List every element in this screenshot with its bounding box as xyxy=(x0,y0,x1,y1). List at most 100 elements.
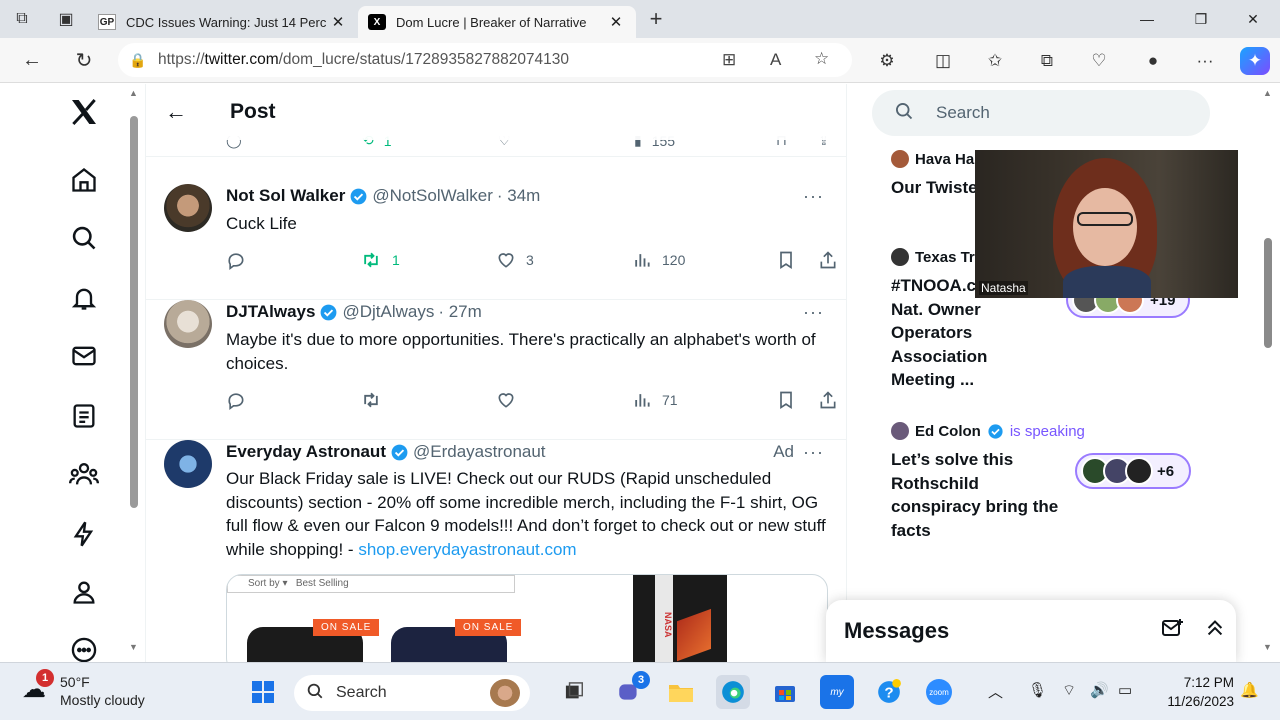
explore-search-icon[interactable] xyxy=(56,218,112,258)
messages-mail-icon[interactable] xyxy=(56,336,112,376)
back-arrow-icon[interactable]: ← xyxy=(146,99,206,125)
like-button[interactable]: 3 xyxy=(496,250,534,270)
profile-icon[interactable]: ● xyxy=(1138,47,1168,75)
heart-icon[interactable] xyxy=(496,390,516,410)
expand-chevrons-icon[interactable] xyxy=(1194,617,1236,645)
notifications-bell-icon[interactable]: 🔔 xyxy=(1240,681,1259,699)
author-name[interactable]: DJTAlways xyxy=(226,302,315,322)
home-icon[interactable] xyxy=(56,160,112,200)
reply-icon[interactable] xyxy=(226,390,246,410)
file-explorer-icon[interactable] xyxy=(664,675,698,709)
premium-lightning-icon[interactable] xyxy=(56,514,112,554)
author-handle[interactable]: @Erdayastronaut xyxy=(413,442,546,462)
author-name[interactable]: Not Sol Walker xyxy=(226,186,345,206)
ad-link[interactable]: shop.everydayastronaut.com xyxy=(358,540,576,559)
tab-actions-icon[interactable]: ▣ xyxy=(44,0,88,38)
scroll-down-icon[interactable]: ▼ xyxy=(129,642,138,652)
avatar[interactable] xyxy=(164,440,212,488)
close-tab-icon[interactable]: ✕ xyxy=(328,13,348,31)
search-box[interactable]: Search xyxy=(872,90,1210,136)
taskbar-search[interactable]: Search xyxy=(294,675,530,711)
extensions-icon[interactable]: ⚙ xyxy=(872,47,902,75)
author-handle[interactable]: @DjtAlways xyxy=(342,302,434,322)
ad-tweet[interactable]: Everyday Astronaut @Erdayastronaut Ad ··… xyxy=(146,426,846,662)
system-clock[interactable]: 7:12 PM 11/26/2023 xyxy=(1150,673,1234,711)
new-message-icon[interactable] xyxy=(1152,617,1194,645)
tab-dom-lucre[interactable]: X Dom Lucre | Breaker of Narrative ✕ xyxy=(358,6,636,38)
collections-icon[interactable]: ⧉ xyxy=(1032,47,1062,75)
tab-cdc[interactable]: GP CDC Issues Warning: Just 14 Perc ✕ xyxy=(88,6,358,38)
left-scrollbar[interactable]: ▲ ▼ xyxy=(128,88,140,654)
read-aloud-icon[interactable]: A xyxy=(770,50,781,70)
split-screen-icon[interactable]: ◫ xyxy=(928,47,958,75)
author-name[interactable]: Everyday Astronaut xyxy=(226,442,386,462)
favorite-star-icon[interactable]: ☆ xyxy=(814,49,829,69)
webcam-overlay[interactable]: Natasha xyxy=(975,150,1238,298)
close-tab-icon[interactable]: ✕ xyxy=(606,13,626,31)
reply-icon[interactable] xyxy=(226,250,246,270)
performance-icon[interactable]: ♡ xyxy=(1084,47,1114,75)
microsoft-store-icon[interactable] xyxy=(768,675,802,709)
profile-person-icon[interactable] xyxy=(56,572,112,612)
workspaces-icon[interactable]: ⧉ xyxy=(0,0,44,38)
scrollbar-thumb[interactable] xyxy=(1264,238,1272,348)
edge-browser-icon[interactable] xyxy=(716,675,750,709)
back-icon[interactable]: ← xyxy=(14,44,50,76)
more-options-icon[interactable]: ··· xyxy=(803,186,824,207)
apps-icon[interactable]: ⊞ xyxy=(722,50,736,70)
host-name[interactable]: Ed Colon xyxy=(915,423,981,440)
task-view-icon[interactable] xyxy=(558,675,592,709)
scroll-up-icon[interactable]: ▲ xyxy=(129,88,138,98)
scroll-down-icon[interactable]: ▼ xyxy=(1263,642,1272,652)
volume-icon[interactable]: 🔊 xyxy=(1090,681,1109,699)
restore-icon[interactable]: ❐ xyxy=(1174,0,1228,38)
help-icon[interactable]: ? xyxy=(872,675,906,709)
retweet-button[interactable]: 1 xyxy=(360,250,400,270)
url-field[interactable]: 🔒 https://twitter.com/dom_lucre/status/1… xyxy=(118,43,852,77)
teams-chat-icon[interactable]: 3 xyxy=(612,671,650,709)
refresh-icon[interactable]: ↻ xyxy=(66,44,102,76)
space-title[interactable]: Let’s solve this Rothschild conspiracy b… xyxy=(891,448,1061,542)
windows-start-icon[interactable] xyxy=(246,675,280,709)
more-circle-icon[interactable] xyxy=(56,630,112,662)
zoom-app-icon[interactable]: zoom xyxy=(922,675,956,709)
myhp-icon[interactable]: my xyxy=(820,675,854,709)
battery-icon[interactable]: ▭ xyxy=(1118,681,1132,699)
scroll-up-icon[interactable]: ▲ xyxy=(1263,88,1272,98)
reply-tweet[interactable]: Not Sol Walker @NotSolWalker · 34m ··· C… xyxy=(146,170,846,300)
space-listeners[interactable]: +6 xyxy=(1075,453,1191,489)
views-button[interactable]: 120 xyxy=(632,250,685,270)
wifi-icon[interactable]: ⌔ xyxy=(1062,681,1076,700)
more-options-icon[interactable]: ··· xyxy=(803,442,824,463)
author-handle[interactable]: @NotSolWalker xyxy=(372,186,493,206)
host-name[interactable]: Hava Ha xyxy=(915,151,974,168)
timestamp[interactable]: · 34m xyxy=(497,186,540,206)
scrollbar-thumb[interactable] xyxy=(130,116,138,508)
avatar[interactable] xyxy=(164,184,212,232)
timestamp[interactable]: · 27m xyxy=(438,302,481,322)
microphone-icon[interactable]: 🎙 xyxy=(1028,681,1047,699)
share-icon[interactable] xyxy=(818,390,838,410)
copilot-icon[interactable]: ✦ xyxy=(1240,47,1270,75)
search-placeholder[interactable]: Search xyxy=(936,103,990,123)
space-card[interactable]: Ed Colon is speaking Let’s solve this Ro… xyxy=(891,422,1085,542)
ad-media[interactable]: Sort by ▾ Best Selling ON SALE ON SALE N… xyxy=(226,574,828,662)
favorites-icon[interactable]: ✩ xyxy=(980,47,1010,75)
menu-icon[interactable]: ··· xyxy=(1190,47,1220,75)
host-name[interactable]: Texas Tr xyxy=(915,249,975,266)
bookmark-icon[interactable] xyxy=(776,250,796,270)
notifications-bell-icon[interactable] xyxy=(56,278,112,318)
more-options-icon[interactable]: ··· xyxy=(803,302,824,323)
reply-tweet[interactable]: DJTAlways @DjtAlways · 27m ··· Maybe it'… xyxy=(146,300,846,440)
x-logo-icon[interactable] xyxy=(56,92,112,132)
messages-drawer[interactable]: Messages xyxy=(826,600,1236,662)
minimize-icon[interactable]: — xyxy=(1120,0,1174,38)
right-scrollbar[interactable]: ▲ ▼ xyxy=(1262,84,1274,662)
bookmark-icon[interactable] xyxy=(776,390,796,410)
show-hidden-icons-chevron-icon[interactable]: ︿ xyxy=(988,681,1003,702)
retweet-icon[interactable] xyxy=(360,390,382,410)
weather-widget[interactable]: ☁ 1 50°F Mostly cloudy xyxy=(22,669,145,709)
close-window-icon[interactable]: ✕ xyxy=(1226,0,1280,38)
share-icon[interactable] xyxy=(818,250,838,270)
lists-icon[interactable] xyxy=(56,396,112,436)
